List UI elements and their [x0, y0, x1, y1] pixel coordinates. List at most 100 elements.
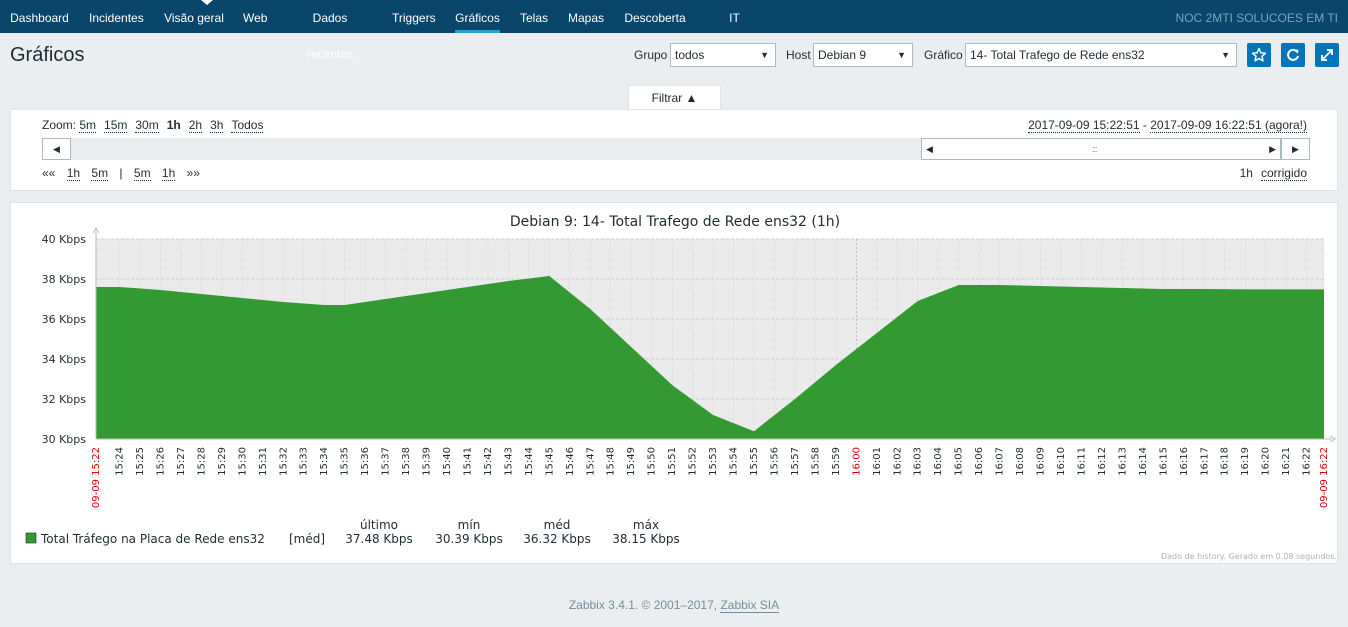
- x-tick-label: 16:18: [1220, 447, 1231, 476]
- filter-toggle-tab[interactable]: Filtrar ▲: [628, 85, 721, 110]
- nav-tab-mapas[interactable]: Mapas: [568, 0, 604, 33]
- x-tick-label: 15:33: [299, 447, 310, 476]
- x-tick-label: 16:13: [1117, 447, 1128, 476]
- scroll-right-button[interactable]: ▶: [1281, 138, 1310, 160]
- x-tick-label: 15:31: [258, 447, 269, 476]
- period-navigation: «« 1h 5m | 5m 1h »»: [42, 166, 200, 181]
- x-tick-label: 15:44: [524, 447, 535, 476]
- nav-tab-dashboard[interactable]: Dashboard: [10, 0, 69, 33]
- host-select-value: Debian 9: [818, 48, 867, 62]
- x-tick-label: 15:29: [217, 447, 228, 476]
- host-label: Host: [786, 48, 811, 62]
- x-tick-label: 16:04: [933, 447, 944, 476]
- footer-text: Zabbix 3.4.1. © 2001–2017,: [568, 598, 721, 612]
- fullscreen-button[interactable]: [1315, 43, 1339, 67]
- scroll-left-button[interactable]: ◀: [42, 138, 71, 160]
- nav-tab-vis-o-geral[interactable]: Visão geral: [164, 0, 224, 33]
- footer-link[interactable]: Zabbix SIA: [720, 598, 780, 613]
- nav-tab-web[interactable]: Web: [243, 0, 267, 33]
- zoom-option-1h[interactable]: 1h: [167, 118, 181, 132]
- refresh-icon: [1287, 48, 1299, 61]
- fullscreen-icon: [1321, 49, 1333, 61]
- host-select[interactable]: Debian 9 ▼: [813, 43, 913, 67]
- x-tick-label: 15:36: [360, 447, 371, 476]
- legend-value-0: 37.48 Kbps: [345, 532, 413, 546]
- nav-back[interactable]: ««: [42, 166, 55, 180]
- legend-header-1: mín: [458, 518, 481, 532]
- x-tick-label: 15:43: [503, 447, 514, 476]
- x-tick-label: 15:30: [237, 447, 248, 476]
- favorite-button[interactable]: [1247, 43, 1271, 67]
- x-tick-label: 16:07: [995, 447, 1006, 476]
- nav-right-1h[interactable]: 1h: [161, 166, 176, 181]
- graph-panel: Debian 9: 14- Total Trafego de Rede ens3…: [10, 202, 1338, 564]
- chevron-down-icon: ▼: [897, 50, 906, 60]
- x-tick-label: 16:21: [1281, 447, 1292, 476]
- zoom-option-3h[interactable]: 3h: [210, 118, 224, 133]
- nav-tab-incidentes[interactable]: Incidentes: [89, 0, 144, 33]
- x-tick-label: 16:19: [1240, 447, 1251, 476]
- nav-right-5m[interactable]: 5m: [133, 166, 151, 181]
- nav-tab-triggers[interactable]: Triggers: [392, 0, 436, 33]
- page-title: Gráficos: [10, 44, 85, 66]
- x-tick-label: 15:52: [688, 447, 699, 476]
- range-to-link[interactable]: 2017-09-09 16:22:51 (agora!): [1150, 118, 1307, 133]
- legend-value-2: 36.32 Kbps: [523, 532, 591, 546]
- zoom-option-todos[interactable]: Todos: [231, 118, 264, 133]
- graph-select-value: 14- Total Trafego de Rede ens32: [970, 48, 1145, 62]
- x-tick-label: 16:15: [1158, 447, 1169, 476]
- x-tick-label: 16:14: [1138, 447, 1149, 476]
- nav-tab-gr-ficos[interactable]: Gráficos: [455, 0, 500, 33]
- date-range: 2017-09-09 15:22:51 - 2017-09-09 16:22:5…: [1028, 118, 1307, 133]
- graph-label: Gráfico: [924, 48, 963, 62]
- nav-forward[interactable]: »»: [187, 166, 200, 180]
- y-tick-label: 32 Kbps: [42, 393, 87, 406]
- y-tick-label: 36 Kbps: [42, 313, 87, 326]
- y-tick-label: 34 Kbps: [42, 353, 87, 366]
- nav-tab-dados-recentes[interactable]: Dados recentes: [288, 0, 372, 61]
- x-tick-label: 15:25: [135, 447, 146, 476]
- x-tick-label: 15:34: [319, 447, 330, 476]
- x-tick-label: 16:17: [1199, 447, 1210, 476]
- x-tick-label: 15:26: [155, 447, 166, 476]
- x-tick-label: 16:16: [1179, 447, 1190, 476]
- y-tick-label: 30 Kbps: [42, 433, 87, 446]
- x-tick-label: 16:02: [892, 447, 903, 476]
- period-fixed-row: 1h corrigido: [1240, 166, 1307, 181]
- legend-value-1: 30.39 Kbps: [435, 532, 503, 546]
- timeline-scrollbar-thumb[interactable]: ◀ ::: ▶: [921, 138, 1281, 160]
- fixed-toggle-link[interactable]: corrigido: [1260, 166, 1307, 181]
- refresh-button[interactable]: [1281, 43, 1305, 67]
- x-tick-label: 16:03: [913, 447, 924, 476]
- x-tick-label: 16:06: [974, 447, 985, 476]
- nav-tab-it-services[interactable]: IT services: [706, 0, 763, 61]
- zoom-option-30m[interactable]: 30m: [135, 118, 159, 133]
- nav-tab-descoberta[interactable]: Descoberta: [624, 0, 686, 33]
- x-tick-label: 15:55: [749, 447, 760, 476]
- x-tick-label: 15:56: [769, 447, 780, 476]
- group-select-value: todos: [675, 48, 705, 62]
- group-select[interactable]: todos ▼: [670, 43, 776, 67]
- resize-right-handle-icon[interactable]: ▶: [1269, 139, 1276, 159]
- zoom-row: Zoom: 5m 15m 30m 1h 2h 3h Todos: [42, 118, 271, 133]
- nav-left-5m[interactable]: 5m: [91, 166, 109, 181]
- nav-tab-telas[interactable]: Telas: [520, 0, 548, 33]
- range-from-link[interactable]: 2017-09-09 15:22:51: [1028, 118, 1140, 133]
- x-tick-label: 15:59: [831, 447, 842, 476]
- nav-left-1h[interactable]: 1h: [66, 166, 81, 181]
- graph-select[interactable]: 14- Total Trafego de Rede ens32 ▼: [965, 43, 1237, 67]
- zoom-option-5m[interactable]: 5m: [79, 118, 97, 133]
- legend-header-2: méd: [544, 518, 571, 532]
- x-tick-label: 15:35: [340, 447, 351, 476]
- x-tick-label: 16:09: [1036, 447, 1047, 476]
- zoom-option-15m[interactable]: 15m: [104, 118, 128, 133]
- legend-header-0: último: [360, 518, 398, 532]
- x-tick-label: 15:42: [483, 447, 494, 476]
- resize-left-handle-icon[interactable]: ◀: [926, 139, 933, 159]
- x-tick-label: 15:28: [196, 447, 207, 476]
- legend-value-3: 38.15 Kbps: [612, 532, 680, 546]
- active-tab-underline: [455, 30, 500, 33]
- generation-note: Dado de history. Gerado em 0.08 segundos…: [1161, 552, 1337, 561]
- x-tick-label: 15:50: [647, 447, 658, 476]
- zoom-option-2h[interactable]: 2h: [188, 118, 203, 133]
